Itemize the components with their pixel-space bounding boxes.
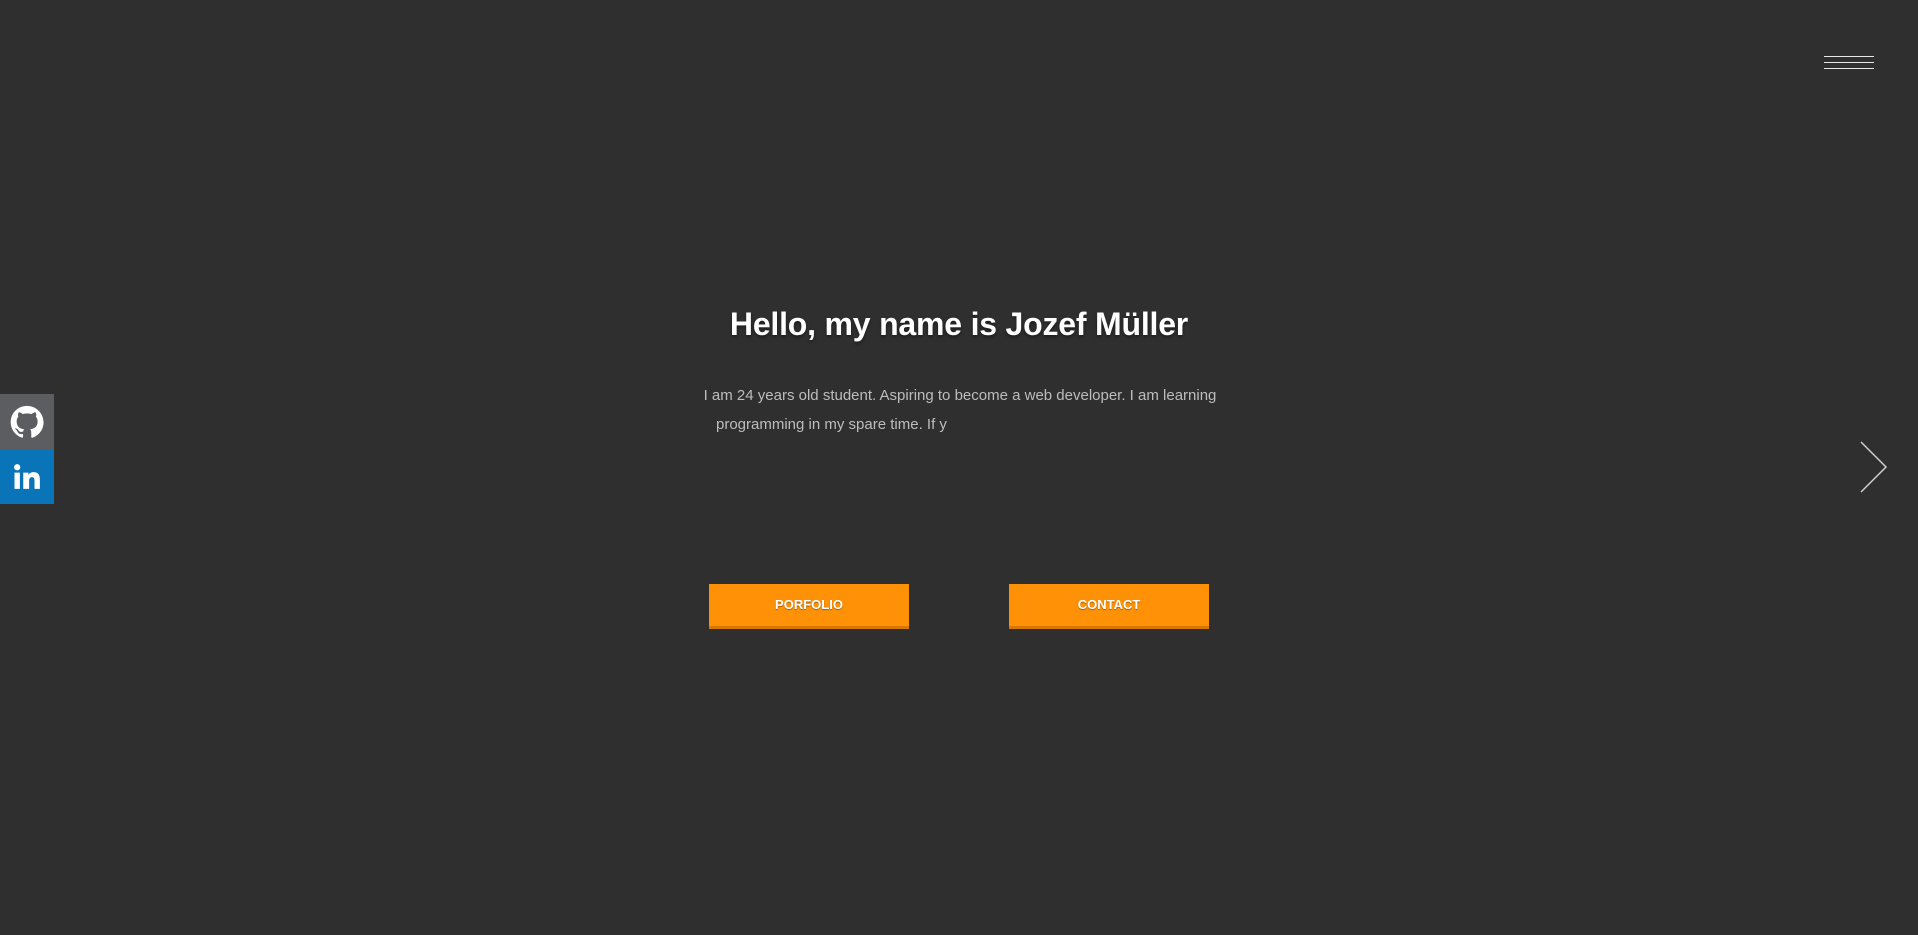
hero-section: Hello, my name is Jozef Müller I am 24 y… (0, 0, 1918, 935)
contact-button[interactable]: CONTACT (1009, 584, 1209, 629)
hero-description-line: I am 24 years old student. Aspiring to b… (703, 387, 1217, 404)
hero-description-line: programming in my spare time. If y (716, 416, 947, 433)
hero-title: Hello, my name is Jozef Müller (729, 306, 1189, 342)
portfolio-button[interactable]: PORFOLIO (709, 584, 909, 629)
chevron-right-icon[interactable] (1855, 440, 1889, 494)
page: Hello, my name is Jozef Müller I am 24 y… (0, 0, 1918, 935)
hero-description: I am 24 years old student. Aspiring to b… (690, 381, 1230, 439)
